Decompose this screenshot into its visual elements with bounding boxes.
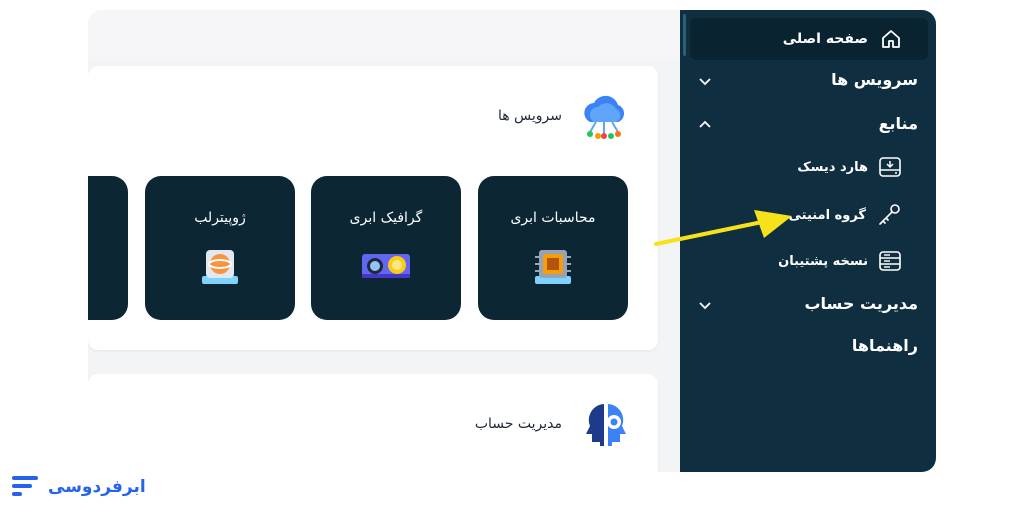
sidebar-item-home[interactable]: صفحه اصلی: [690, 18, 928, 60]
chevron-down-icon: [698, 73, 712, 87]
sidebar-scrollbar[interactable]: [683, 14, 686, 56]
sidebar-item-label: منابع: [878, 114, 918, 133]
sidebar-item-backup[interactable]: نسخه پشتیبان: [778, 250, 902, 272]
sidebar-item-security-group[interactable]: گروه امنیتی: [788, 203, 902, 227]
key-icon: [876, 203, 902, 227]
sidebar-item-account[interactable]: مدیریت حساب: [698, 294, 918, 313]
account-panel-title: مدیریت حساب: [474, 416, 562, 432]
sidebar-item-resources[interactable]: منابع: [698, 114, 918, 133]
sidebar-item-guides[interactable]: راهنماها: [698, 336, 918, 355]
chevron-up-icon: [698, 117, 712, 131]
sidebar-item-label: هارد دیسک: [797, 159, 868, 175]
sidebar-item-label: راهنماها: [851, 336, 918, 355]
gpu-card-icon: [360, 248, 412, 282]
service-card-partial[interactable]: [88, 176, 128, 320]
main-content: سرویس ها محاسبات ابری گرافیک ابری ژوپیتر…: [88, 10, 680, 472]
cloud-network-icon: [578, 92, 630, 142]
sidebar-item-label: مدیریت حساب: [804, 294, 918, 313]
brand-logo-icon: [10, 472, 40, 502]
annotation-arrow-icon: [654, 208, 794, 256]
service-card-cloud-compute[interactable]: محاسبات ابری: [478, 176, 628, 320]
account-panel: مدیریت حساب: [88, 374, 658, 472]
services-panel: سرویس ها محاسبات ابری گرافیک ابری ژوپیتر…: [88, 66, 658, 350]
services-panel-title: سرویس ها: [497, 108, 562, 124]
cpu-chip-icon: [531, 248, 575, 288]
home-icon: [880, 28, 902, 50]
sidebar-item-label: سرویس ها: [831, 70, 918, 89]
service-card-jupyterlab[interactable]: ژوپیترلب: [145, 176, 295, 320]
brand-name: ابرفردوسی: [48, 477, 146, 497]
app-window: سرویس ها محاسبات ابری گرافیک ابری ژوپیتر…: [88, 10, 936, 472]
chevron-down-icon: [698, 297, 712, 311]
service-card-label: گرافیک ابری: [349, 210, 423, 226]
hard-disk-icon: [878, 156, 902, 178]
sidebar-item-label: گروه امنیتی: [788, 207, 866, 223]
sidebar-item-services[interactable]: سرویس ها: [698, 70, 918, 89]
sidebar-item-label: صفحه اصلی: [782, 31, 868, 47]
head-gear-icon: [582, 400, 630, 450]
service-card-cloud-graphics[interactable]: گرافیک ابری: [311, 176, 461, 320]
service-card-label: محاسبات ابری: [510, 210, 596, 226]
jupyter-icon: [198, 248, 242, 288]
service-card-label: ژوپیترلب: [194, 210, 246, 226]
sidebar-item-hard-disk[interactable]: هارد دیسک: [797, 156, 902, 178]
server-icon: [878, 250, 902, 272]
brand-logo: ابرفردوسی: [10, 472, 146, 502]
